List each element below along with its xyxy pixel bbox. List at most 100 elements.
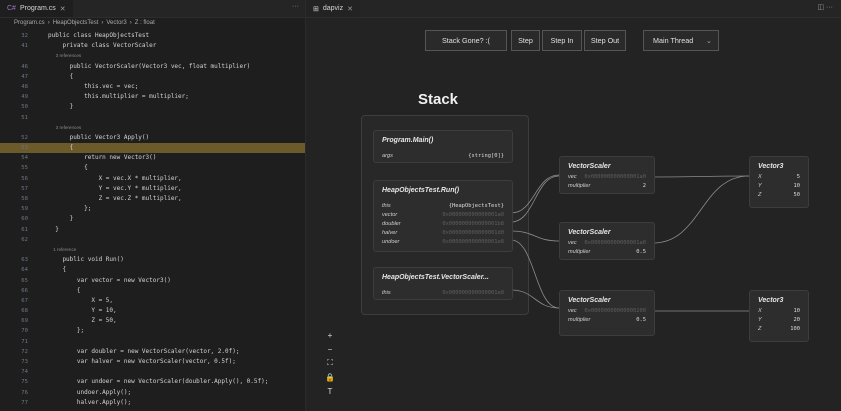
line-number: 75 (21, 379, 28, 386)
code-line: 74 (0, 367, 305, 377)
code-text: Z = 50, (48, 317, 117, 325)
variable-value: 2 (642, 183, 646, 189)
text-icon[interactable]: T (324, 384, 336, 398)
more-actions-icon[interactable]: ··· (292, 3, 299, 10)
reference-arrow (510, 174, 560, 214)
codelens-references[interactable]: 1 reference (0, 245, 305, 255)
code-text: Y = vec.Y * multiplier, (48, 184, 182, 192)
line-number: 77 (21, 399, 28, 406)
variable-name: this (382, 290, 391, 296)
code-text: public Vector3 Apply() (48, 133, 150, 141)
stack-frame[interactable]: HeapObjectsTest.Run() this {HeapObjectsTes… (373, 180, 513, 252)
code-line: 77 halver.Apply(); (0, 398, 305, 408)
variable-row: X 10 (758, 308, 800, 316)
code-line: 60 } (0, 214, 305, 224)
code-line: 70 }; (0, 326, 305, 336)
variable-name: vector (382, 212, 398, 218)
fit-view-icon[interactable]: ⛶ (324, 356, 336, 370)
line-number: 58 (21, 196, 28, 202)
pointer-value: 0x000000000000001a0 (584, 240, 646, 246)
codelens-references[interactable]: 3 references (0, 51, 305, 61)
canvas-controls: + − ⛶ 🔒 T (324, 328, 336, 398)
heap-object[interactable]: VectorScaler vec 0x00000000000000200 multip… (559, 290, 655, 336)
tab-program-cs[interactable]: C# Program.cs ✕ (0, 0, 73, 17)
breadcrumb-item[interactable]: Vector3 (106, 20, 126, 26)
breadcrumb-item[interactable]: Program.cs (14, 20, 45, 26)
code-text: 3 references (48, 124, 82, 130)
variable-name: multiplier (568, 317, 591, 323)
reference-arrow (652, 175, 750, 178)
breadcrumb: Program.cs › HeapObjectsTest › Vector3 ›… (0, 18, 305, 28)
line-number: 47 (21, 73, 28, 80)
reference-arrow (510, 175, 560, 223)
csharp-file-icon: C# (7, 5, 16, 12)
code-text: this.vec = vec; (48, 82, 139, 90)
breadcrumb-item[interactable]: Z : float (135, 20, 155, 26)
breadcrumb-item[interactable]: HeapObjectsTest (53, 20, 99, 26)
code-text: } (48, 103, 74, 111)
variable-name: vec (568, 174, 577, 180)
variable-value: 0.5 (636, 317, 646, 323)
code-line: 72 var doubler = new VectorScaler(vector… (0, 347, 305, 357)
code-line: 56 X = vec.X * multiplier, (0, 174, 305, 184)
heap-object[interactable]: Vector3 X 5 Y 10 Z 50 (749, 156, 809, 208)
lock-icon[interactable]: 🔒 (324, 370, 336, 384)
variable-row: vec 0x000000000000001a0 (568, 174, 646, 182)
code-line: 73 var halver = new VectorScaler(vector,… (0, 357, 305, 367)
code-line: 76 undoer.Apply(); (0, 388, 305, 398)
variable-name: Z (758, 326, 762, 332)
code-text: var undoer = new VectorScaler(doubler.Ap… (48, 378, 269, 386)
code-line: 51 (0, 113, 305, 123)
code-text: return new Vector3() (48, 154, 157, 162)
heap-object[interactable]: VectorScaler vec 0x000000000000001a0 multip… (559, 156, 655, 194)
code-text: undoer.Apply(); (48, 388, 132, 396)
line-number: 66 (21, 287, 28, 294)
variable-row: Z 100 (758, 326, 800, 334)
zoom-out-icon[interactable]: − (324, 342, 336, 356)
code-line: 61 } (0, 225, 305, 235)
codelens-references[interactable]: 3 references (0, 123, 305, 133)
code-line: 53 { (0, 143, 305, 154)
line-number: 49 (21, 94, 28, 101)
heap-object[interactable]: VectorScaler vec 0x000000000000001a0 multip… (559, 222, 655, 260)
zoom-in-icon[interactable]: + (324, 328, 336, 342)
code-text: var halver = new VectorScaler(vector, 0.… (48, 358, 236, 365)
variable-row: undoer 0x000000000000001e8 (382, 239, 504, 247)
code-line: 62 (0, 235, 305, 245)
line-number: 61 (21, 226, 28, 233)
pointer-value: 0x000000000000001a0 (442, 212, 504, 218)
variable-name: multiplier (568, 183, 591, 189)
line-number: 55 (21, 165, 28, 172)
pointer-value: 0x000000000000001e8 (442, 239, 504, 245)
line-number: 51 (21, 114, 28, 121)
code-text: private class VectorScaler (48, 42, 157, 50)
code-text: { (48, 266, 67, 274)
line-number: 73 (21, 359, 28, 365)
code-text: { (48, 164, 88, 172)
stack-frame[interactable]: Program.Main() args {string[0]} (373, 130, 513, 163)
variable-name: Z (758, 192, 762, 198)
frame-title: HeapObjectsTest.VectorScaler... (382, 274, 489, 281)
code-text: { (48, 72, 74, 80)
variable-name: Y (758, 317, 762, 323)
variable-value: 10 (793, 308, 801, 314)
variable-value: 5 (796, 174, 800, 180)
code-text: 1 reference (48, 246, 77, 252)
line-number: 69 (21, 318, 28, 325)
variable-value: {string[0]} (468, 153, 504, 159)
variable-row: this 0x000000000000001e8 (382, 290, 504, 298)
code-area[interactable]: 32 public class HeapObjectsTest 41 private… (0, 31, 305, 411)
object-type: Vector3 (758, 297, 784, 304)
pointer-value: 0x000000000000001a0 (584, 174, 646, 180)
variable-name: doubler (382, 221, 401, 227)
code-line: 58 Z = vec.Z * multiplier, (0, 194, 305, 204)
line-number: 76 (21, 389, 28, 396)
stack-frame[interactable]: HeapObjectsTest.VectorScaler... this 0x000… (373, 267, 513, 300)
close-icon[interactable]: ✕ (60, 5, 66, 13)
variable-row: vec 0x00000000000000200 (568, 308, 646, 316)
code-text: } (48, 215, 74, 223)
line-number: 52 (21, 134, 28, 141)
variable-row: Y 10 (758, 183, 800, 191)
heap-object[interactable]: Vector3 X 10 Y 20 Z 100 (749, 290, 809, 342)
code-line: 47 { (0, 72, 305, 82)
